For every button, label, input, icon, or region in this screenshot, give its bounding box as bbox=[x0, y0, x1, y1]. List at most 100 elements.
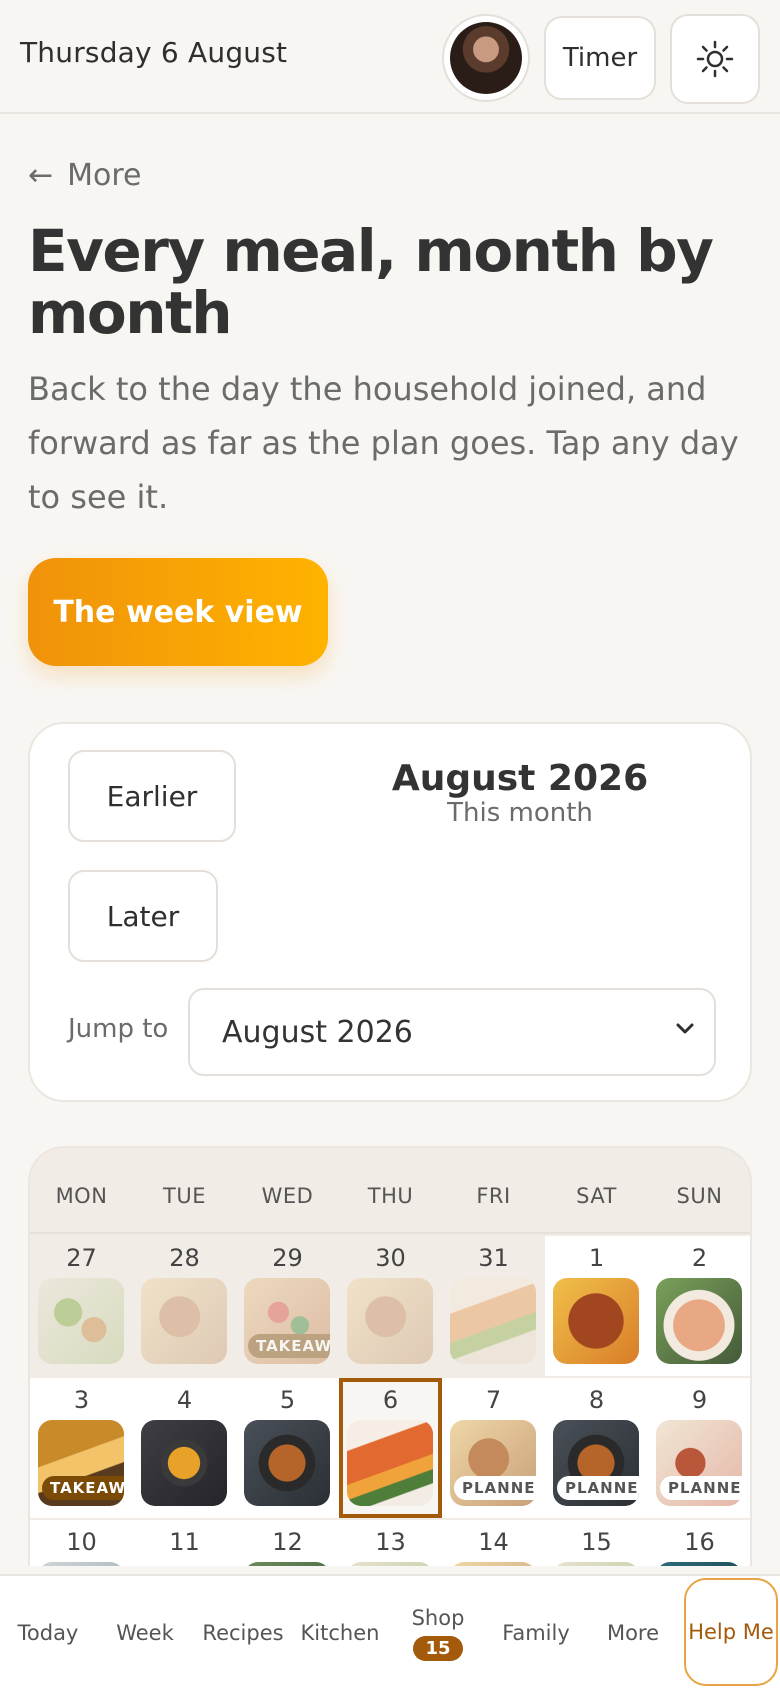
calendar-day[interactable]: 14 bbox=[442, 1520, 545, 1566]
calendar-day[interactable]: 30 bbox=[339, 1236, 442, 1376]
meal-thumbnail bbox=[656, 1562, 742, 1566]
weekday-label: MON bbox=[55, 1184, 108, 1208]
calendar-day[interactable]: 13 bbox=[339, 1520, 442, 1566]
meal-thumbnail: TAKEAWAY bbox=[244, 1278, 330, 1364]
calendar-day[interactable]: 29 TAKEAWAY bbox=[236, 1236, 339, 1376]
calendar-day[interactable]: 31 bbox=[442, 1236, 545, 1376]
day-number: 3 bbox=[73, 1386, 90, 1414]
calendar-day[interactable]: 15 bbox=[545, 1520, 648, 1566]
day-number: 9 bbox=[691, 1386, 708, 1414]
meal-thumbnail bbox=[450, 1278, 536, 1364]
nav-shop[interactable]: Shop 15 bbox=[388, 1576, 488, 1688]
day-number: 27 bbox=[66, 1244, 97, 1272]
day-number: 1 bbox=[588, 1244, 605, 1272]
calendar-day[interactable]: 9 PLANNED bbox=[648, 1378, 750, 1518]
weekday-label: SUN bbox=[676, 1184, 723, 1208]
meal-thumbnail: PLANNED bbox=[656, 1420, 742, 1506]
day-number: 15 bbox=[581, 1528, 612, 1556]
day-number: 10 bbox=[66, 1528, 97, 1556]
meal-thumbnail bbox=[347, 1278, 433, 1364]
takeaway-badge: TAKEAWAY bbox=[248, 1334, 330, 1358]
back-link-more[interactable]: ← More bbox=[28, 158, 142, 193]
month-subtitle: This month bbox=[447, 798, 593, 828]
calendar-day[interactable]: 7 PLANNED bbox=[442, 1378, 545, 1518]
nav-family[interactable]: Family bbox=[488, 1576, 584, 1688]
month-title: August 2026 bbox=[391, 758, 649, 799]
weekday-label: THU bbox=[367, 1184, 414, 1208]
bottom-navigation: Today Week Recipes Kitchen Shop 15 Famil… bbox=[0, 1574, 780, 1688]
day-number: 30 bbox=[375, 1244, 406, 1272]
month-select[interactable]: August 2026 bbox=[188, 988, 716, 1076]
day-number: 6 bbox=[382, 1386, 399, 1414]
nav-week[interactable]: Week bbox=[96, 1576, 194, 1688]
planned-badge: PLANNED bbox=[557, 1476, 639, 1500]
calendar-day[interactable]: 10 bbox=[30, 1520, 133, 1566]
day-number: 16 bbox=[684, 1528, 715, 1556]
day-number: 14 bbox=[478, 1528, 509, 1556]
week-view-button[interactable]: The week view bbox=[28, 558, 328, 666]
calendar-day[interactable]: 2 bbox=[648, 1236, 750, 1376]
calendar-day[interactable]: 8 PLANNED bbox=[545, 1378, 648, 1518]
calendar-day[interactable]: 27 bbox=[30, 1236, 133, 1376]
month-navigation-card: Earlier Later August 2026 This month Jum… bbox=[28, 722, 752, 1102]
later-button[interactable]: Later bbox=[68, 870, 218, 962]
theme-toggle-button[interactable] bbox=[670, 14, 760, 104]
calendar-day[interactable]: 3 TAKEAWAY bbox=[30, 1378, 133, 1518]
day-number: 31 bbox=[478, 1244, 509, 1272]
day-number: 4 bbox=[176, 1386, 193, 1414]
nav-shop-label: Shop bbox=[411, 1605, 465, 1630]
meal-thumbnail bbox=[347, 1420, 433, 1506]
calendar-day[interactable]: 28 bbox=[133, 1236, 236, 1376]
calendar-day[interactable]: 12 bbox=[236, 1520, 339, 1566]
calendar-day[interactable]: 5 bbox=[236, 1378, 339, 1518]
meal-thumbnail bbox=[553, 1278, 639, 1364]
meal-thumbnail bbox=[141, 1420, 227, 1506]
weekday-label: FRI bbox=[476, 1184, 511, 1208]
month-calendar: MON TUE WED THU FRI SAT SUN 27 28 29 TAKEAW… bbox=[28, 1146, 752, 1566]
day-number: 12 bbox=[272, 1528, 303, 1556]
calendar-day-today[interactable]: 6 bbox=[339, 1378, 442, 1518]
meal-thumbnail bbox=[450, 1562, 536, 1566]
day-number: 28 bbox=[169, 1244, 200, 1272]
avatar-image bbox=[450, 22, 522, 94]
meal-thumbnail: TAKEAWAY bbox=[38, 1420, 124, 1506]
back-link-label: More bbox=[67, 158, 142, 193]
nav-today[interactable]: Today bbox=[0, 1576, 96, 1688]
shop-count-badge: 15 bbox=[413, 1635, 463, 1661]
weekday-label: SAT bbox=[576, 1184, 617, 1208]
meal-thumbnail bbox=[656, 1278, 742, 1364]
planned-badge: PLANNED bbox=[660, 1476, 742, 1500]
meal-thumbnail bbox=[38, 1562, 124, 1566]
nav-kitchen[interactable]: Kitchen bbox=[292, 1576, 388, 1688]
meal-thumbnail: PLANNED bbox=[553, 1420, 639, 1506]
calendar-day[interactable]: 16 bbox=[648, 1520, 750, 1566]
meal-thumbnail bbox=[553, 1562, 639, 1566]
meal-thumbnail bbox=[38, 1278, 124, 1364]
day-number: 5 bbox=[279, 1386, 296, 1414]
meal-thumbnail bbox=[244, 1420, 330, 1506]
user-avatar[interactable] bbox=[442, 14, 530, 102]
calendar-day[interactable]: 4 bbox=[133, 1378, 236, 1518]
calendar-day[interactable]: 11 bbox=[133, 1520, 236, 1566]
meal-thumbnail bbox=[347, 1562, 433, 1566]
nav-recipes[interactable]: Recipes bbox=[194, 1576, 292, 1688]
meal-thumbnail: PLANNED bbox=[450, 1420, 536, 1506]
day-number: 2 bbox=[691, 1244, 708, 1272]
day-number: 7 bbox=[485, 1386, 502, 1414]
meal-thumbnail bbox=[141, 1278, 227, 1364]
month-select-value: August 2026 bbox=[222, 1014, 413, 1050]
current-date: Thursday 6 August bbox=[20, 36, 288, 69]
jump-to-label: Jump to bbox=[68, 1014, 169, 1044]
weekday-label: TUE bbox=[163, 1184, 206, 1208]
nav-more[interactable]: More bbox=[584, 1576, 682, 1688]
planned-badge: PLANNED bbox=[454, 1476, 536, 1500]
nav-help-me[interactable]: Help Me bbox=[684, 1578, 778, 1686]
day-number: 8 bbox=[588, 1386, 605, 1414]
timer-button[interactable]: Timer bbox=[544, 16, 656, 100]
earlier-button[interactable]: Earlier bbox=[68, 750, 236, 842]
meal-thumbnail bbox=[244, 1562, 330, 1566]
day-number: 11 bbox=[169, 1528, 200, 1556]
day-number: 13 bbox=[375, 1528, 406, 1556]
page-title: Every meal, month by month bbox=[28, 217, 714, 347]
calendar-day[interactable]: 1 bbox=[545, 1236, 648, 1376]
